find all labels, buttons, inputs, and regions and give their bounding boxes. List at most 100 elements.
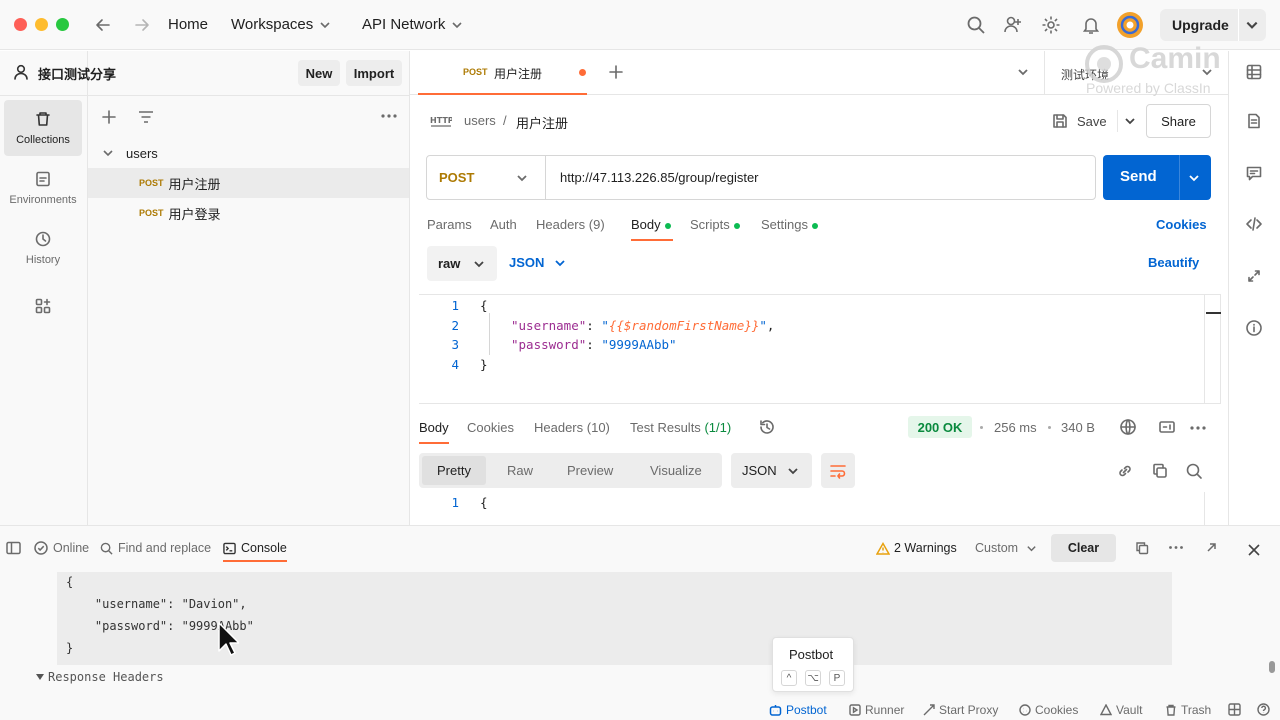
save-response-icon[interactable] bbox=[1158, 418, 1176, 436]
new-button[interactable]: New bbox=[298, 60, 340, 86]
rail-history[interactable]: History bbox=[4, 220, 82, 276]
body-mode-select[interactable]: raw bbox=[427, 246, 497, 281]
view-preview[interactable]: Preview bbox=[567, 463, 613, 478]
copy-icon[interactable] bbox=[1151, 462, 1169, 480]
info-icon[interactable] bbox=[1245, 319, 1263, 337]
clear-console-button[interactable]: Clear bbox=[1051, 534, 1116, 562]
more-options-icon[interactable] bbox=[380, 112, 398, 120]
back-arrow-icon[interactable] bbox=[94, 16, 112, 34]
response-time[interactable]: 256 ms bbox=[994, 420, 1037, 435]
documentation-icon[interactable] bbox=[1245, 112, 1263, 130]
tab-auth[interactable]: Auth bbox=[490, 217, 517, 232]
new-tab-plus-icon[interactable] bbox=[607, 63, 625, 81]
share-button[interactable]: Share bbox=[1146, 104, 1211, 138]
related-collections-icon[interactable] bbox=[1245, 267, 1263, 285]
send-button[interactable]: Send bbox=[1103, 155, 1211, 200]
user-avatar[interactable] bbox=[1116, 11, 1144, 39]
response-language-select[interactable]: JSON bbox=[731, 453, 812, 488]
invite-user-icon[interactable] bbox=[1003, 15, 1023, 35]
request-row-login[interactable]: POST 用户登录 bbox=[88, 198, 409, 228]
variables-table-icon[interactable] bbox=[1245, 63, 1263, 81]
sidebar-search-input[interactable] bbox=[128, 104, 371, 130]
send-options-chevron-icon[interactable] bbox=[1188, 172, 1200, 184]
editor-scrollbar-thumb[interactable] bbox=[1206, 312, 1221, 314]
tab-list-chevron-icon[interactable] bbox=[1016, 66, 1030, 78]
response-headers-toggle[interactable]: Response Headers bbox=[36, 670, 164, 684]
breadcrumb-parent[interactable]: users bbox=[464, 113, 496, 128]
save-button[interactable]: Save bbox=[1045, 106, 1137, 136]
tab-scripts[interactable]: Scripts bbox=[690, 217, 740, 232]
minimize-window-button[interactable] bbox=[35, 18, 48, 31]
beautify-link[interactable]: Beautify bbox=[1148, 255, 1199, 270]
statusbar-postbot[interactable]: Postbot bbox=[769, 703, 827, 717]
upgrade-button[interactable]: Upgrade bbox=[1160, 9, 1266, 41]
view-pretty[interactable]: Pretty bbox=[422, 456, 486, 485]
tab-settings[interactable]: Settings bbox=[761, 217, 818, 232]
wrap-lines-button[interactable] bbox=[821, 453, 855, 488]
more-options-icon[interactable] bbox=[1168, 544, 1184, 551]
url-input[interactable]: http://47.113.226.85/group/register bbox=[560, 170, 759, 185]
response-size[interactable]: 340 B bbox=[1061, 420, 1095, 435]
body-language-select[interactable]: JSON bbox=[509, 255, 566, 270]
response-tab-headers[interactable]: Headers (10) bbox=[534, 420, 610, 435]
console-tab[interactable]: Console bbox=[223, 541, 287, 555]
forward-arrow-icon[interactable] bbox=[133, 16, 151, 34]
nav-workspaces[interactable]: Workspaces bbox=[231, 16, 331, 33]
expand-panel-icon[interactable] bbox=[1205, 541, 1218, 554]
variable-token[interactable]: {{$randomFirstName}} bbox=[609, 318, 760, 333]
tab-body[interactable]: Body bbox=[631, 217, 671, 232]
view-raw[interactable]: Raw bbox=[507, 463, 533, 478]
line-number: 1 bbox=[451, 495, 459, 510]
response-tab-cookies[interactable]: Cookies bbox=[467, 420, 514, 435]
add-collection-plus-icon[interactable] bbox=[100, 108, 118, 126]
globe-icon[interactable] bbox=[1119, 418, 1137, 436]
notification-bell-icon[interactable] bbox=[1081, 15, 1101, 35]
copy-console-icon[interactable] bbox=[1135, 541, 1149, 555]
statusbar-start-proxy[interactable]: Start Proxy bbox=[923, 703, 998, 717]
nav-home[interactable]: Home bbox=[168, 16, 208, 33]
response-tab-tests[interactable]: Test Results (1/1) bbox=[630, 420, 731, 435]
settings-gear-icon[interactable] bbox=[1041, 15, 1061, 35]
link-icon[interactable] bbox=[1116, 462, 1134, 480]
statusbar-trash[interactable]: Trash bbox=[1165, 703, 1211, 717]
rail-environments[interactable]: Environments bbox=[4, 160, 82, 216]
tab-params[interactable]: Params bbox=[427, 217, 472, 232]
statusbar-cookies[interactable]: Cookies bbox=[1019, 703, 1078, 717]
workspace-name[interactable]: 接口测试分享 bbox=[38, 64, 116, 83]
response-status-badge[interactable]: 200 OK bbox=[908, 416, 972, 438]
chevron-down-icon[interactable] bbox=[1245, 18, 1259, 32]
toggle-sidebar-icon[interactable] bbox=[6, 541, 21, 555]
breadcrumb-current[interactable]: 用户注册 bbox=[516, 113, 568, 132]
close-panel-icon[interactable] bbox=[1247, 543, 1261, 557]
log-level-select[interactable]: Custom bbox=[975, 541, 1037, 555]
online-status[interactable]: Online bbox=[34, 541, 89, 555]
search-icon[interactable] bbox=[966, 15, 986, 35]
tab-headers[interactable]: Headers (9) bbox=[536, 217, 605, 232]
layout-panes-icon[interactable] bbox=[1228, 703, 1241, 716]
rail-collections[interactable]: Collections bbox=[4, 100, 82, 156]
request-row-register[interactable]: POST 用户注册 bbox=[88, 168, 409, 198]
statusbar-vault[interactable]: Vault bbox=[1100, 703, 1142, 717]
rail-add-workbench[interactable] bbox=[4, 286, 82, 326]
code-snippet-icon[interactable] bbox=[1245, 215, 1263, 233]
close-window-button[interactable] bbox=[14, 18, 27, 31]
cookies-link[interactable]: Cookies bbox=[1156, 217, 1207, 232]
method-select[interactable]: POST bbox=[427, 156, 546, 199]
find-replace-tab[interactable]: Find and replace bbox=[100, 541, 211, 555]
response-tab-body[interactable]: Body bbox=[419, 420, 449, 435]
statusbar-runner[interactable]: Runner bbox=[849, 703, 904, 717]
console-scrollbar[interactable] bbox=[1269, 661, 1275, 673]
import-button[interactable]: Import bbox=[346, 60, 402, 86]
comments-icon[interactable] bbox=[1245, 164, 1263, 182]
search-response-icon[interactable] bbox=[1185, 462, 1203, 480]
maximize-window-button[interactable] bbox=[56, 18, 69, 31]
view-visualize[interactable]: Visualize bbox=[650, 463, 702, 478]
more-options-icon[interactable] bbox=[1189, 424, 1207, 432]
warnings-filter[interactable]: 2 Warnings bbox=[876, 541, 957, 555]
save-floppy-icon bbox=[1053, 114, 1067, 128]
response-history-icon[interactable] bbox=[758, 418, 776, 436]
request-tab-active[interactable]: POST 用户注册 bbox=[418, 51, 587, 95]
nav-api-network[interactable]: API Network bbox=[362, 16, 463, 33]
folder-users-row[interactable]: users bbox=[88, 138, 409, 168]
help-icon[interactable] bbox=[1257, 703, 1270, 716]
